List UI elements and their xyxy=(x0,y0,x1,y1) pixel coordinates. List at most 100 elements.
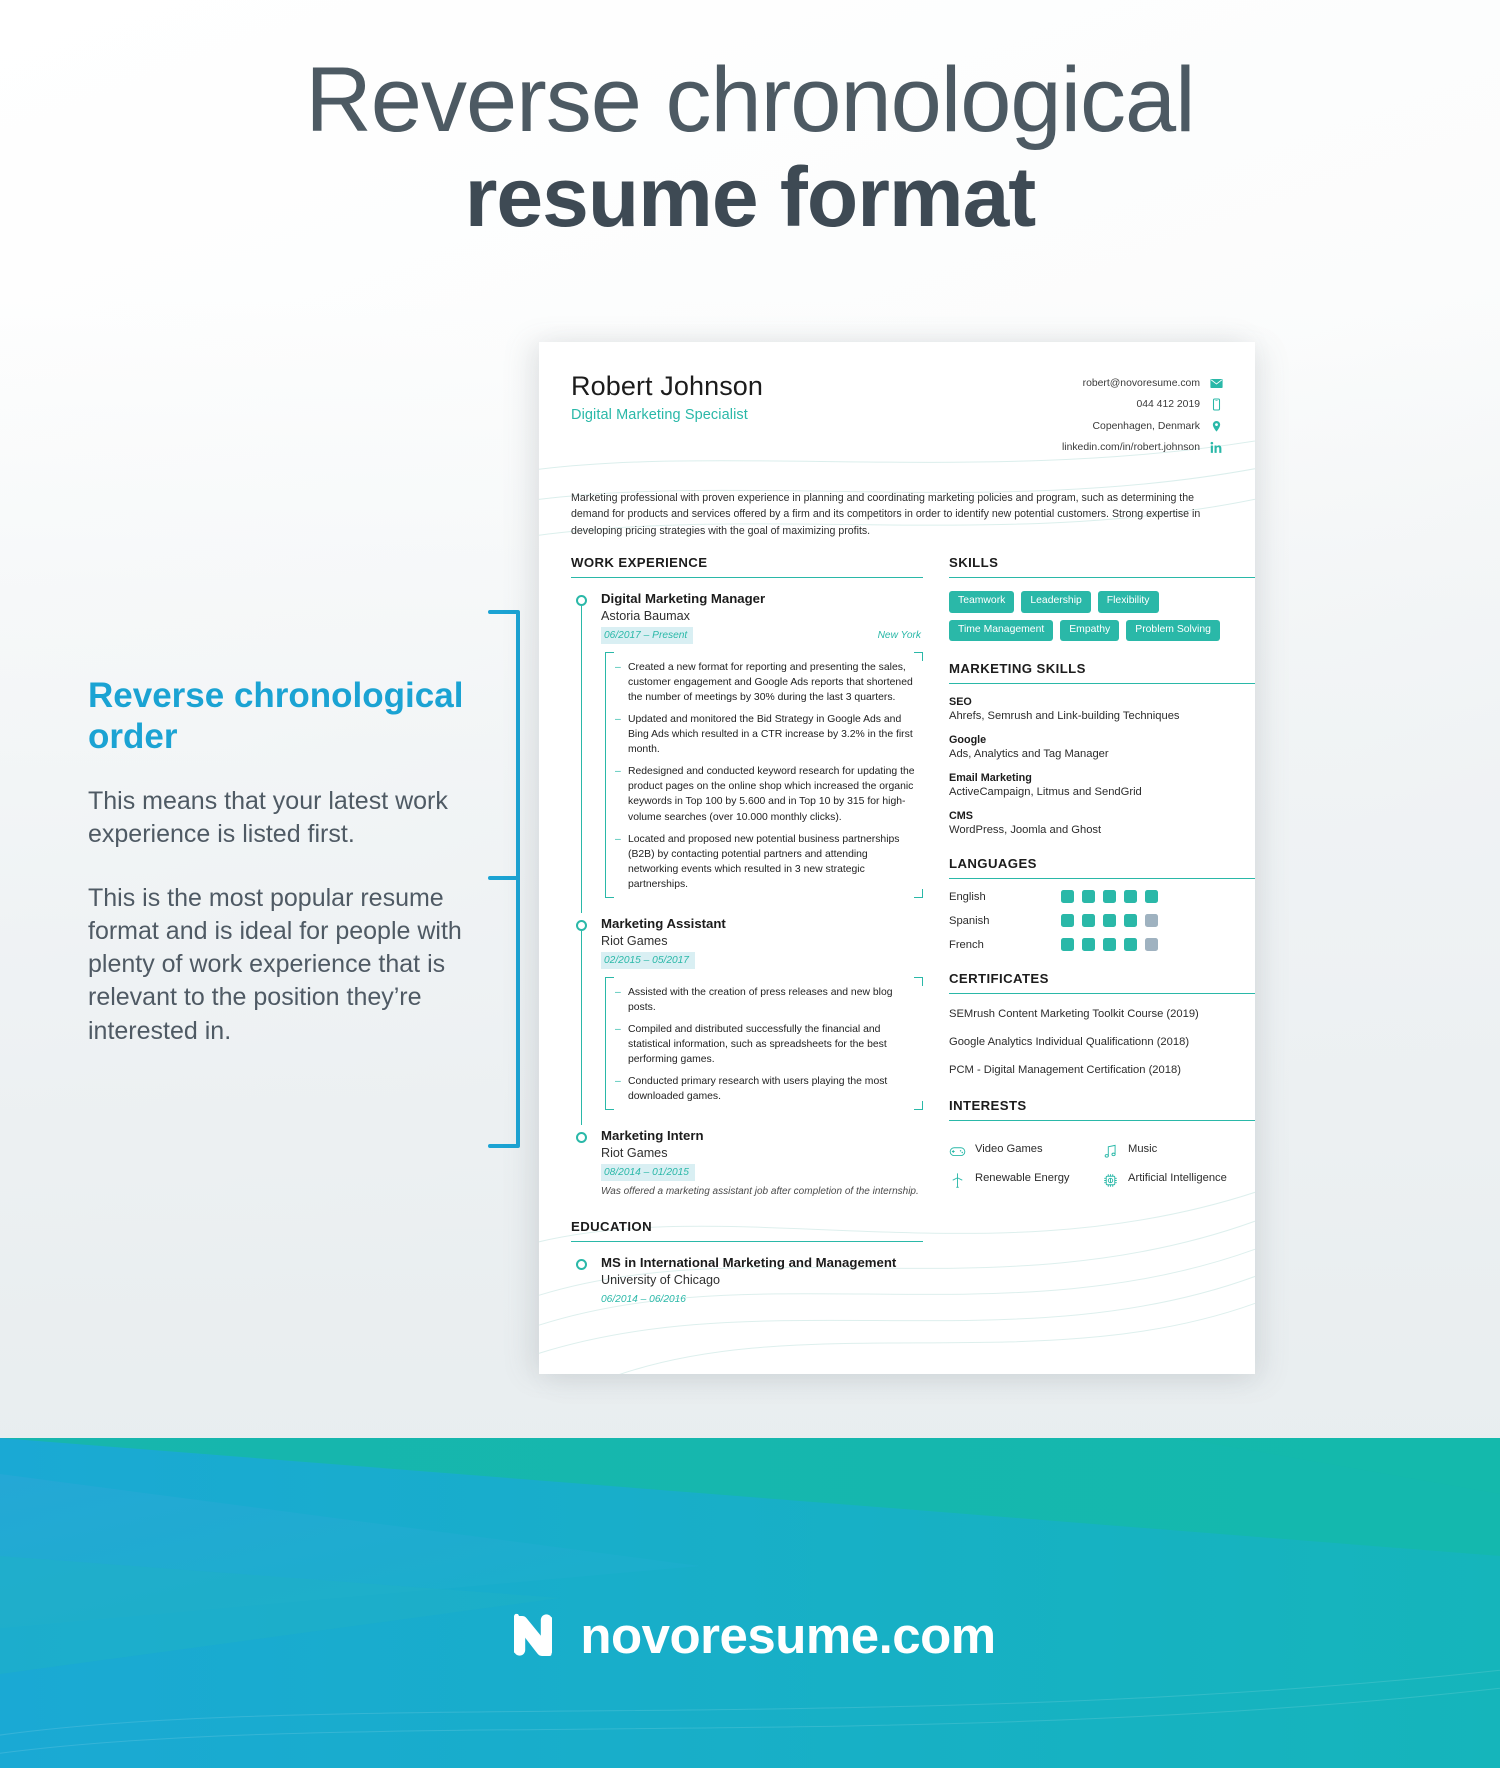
work-date-range: 08/2014 – 01/2015 xyxy=(601,1164,695,1181)
work-company: Riot Games xyxy=(601,934,668,948)
work-bullet: Assisted with the creation of press rele… xyxy=(615,985,917,1015)
work-role-title: Digital Marketing Manager xyxy=(601,591,766,607)
marketing-skills-section: MARKETING SKILLS SEO Ahrefs, Semrush and… xyxy=(949,661,1255,836)
skills-section: SKILLS Teamwork Leadership Flexibility T… xyxy=(949,555,1255,642)
marketing-skill-key: SEO xyxy=(949,696,972,709)
email-icon xyxy=(1209,376,1223,390)
work-bullet: Located and proposed new potential busin… xyxy=(615,832,917,892)
annotation-block: Reverse chronological order This means t… xyxy=(88,676,488,1078)
interest-item: Artificial Intelligence xyxy=(1102,1172,1255,1189)
interest-label: Video Games xyxy=(975,1143,1043,1156)
language-level-meter xyxy=(1061,914,1158,928)
brand-wordmark: novoresume.com xyxy=(580,1606,996,1664)
cpu-chip-icon xyxy=(1102,1172,1119,1189)
work-company: Astoria Baumax xyxy=(601,609,690,624)
section-heading-certificates: CERTIFICATES xyxy=(949,971,1255,995)
interest-item: Video Games xyxy=(949,1143,1102,1160)
section-heading-marketing-skills: MARKETING SKILLS xyxy=(949,661,1255,685)
language-level-meter xyxy=(1061,938,1158,952)
resume-summary: Marketing professional with proven exper… xyxy=(571,492,1201,537)
interest-label: Renewable Energy xyxy=(975,1172,1070,1185)
skill-pill: Teamwork xyxy=(949,591,1015,613)
work-bullets-box: Created a new format for reporting and p… xyxy=(605,651,923,898)
interest-label: Artificial Intelligence xyxy=(1128,1172,1227,1185)
section-heading-work-experience: WORK EXPERIENCE xyxy=(571,555,923,579)
interest-label: Music xyxy=(1128,1143,1158,1156)
timeline-dot-icon xyxy=(576,595,587,607)
work-entry: Marketing Assistant Riot Games 02/2015 –… xyxy=(571,915,923,1126)
corner-bracket xyxy=(605,888,614,898)
timeline-line xyxy=(581,930,583,1126)
novoresume-n-logo xyxy=(504,1606,562,1664)
marketing-skill-item: Google Ads, Analytics and Tag Manager xyxy=(949,734,1255,760)
skill-pill: Flexibility xyxy=(1097,591,1159,613)
resume-identity: Robert Johnson Digital Marketing Special… xyxy=(571,371,764,423)
work-note: Was offered a marketing assistant job af… xyxy=(601,1185,919,1197)
bullets-left-edge xyxy=(605,659,607,890)
candidate-job-title: Digital Marketing Specialist xyxy=(571,406,748,423)
interests-section: INTERESTS Video Games Music Renewable En… xyxy=(949,1098,1255,1189)
contact-email-text: robert@novoresume.com xyxy=(1082,377,1200,389)
timeline-dot-icon xyxy=(576,919,587,931)
annotation-paragraph-2: This is the most popular resume format a… xyxy=(88,883,462,1045)
skill-pill: Empathy xyxy=(1060,619,1120,642)
marketing-skill-item: Email Marketing ActiveCampaign, Litmus a… xyxy=(949,772,1255,798)
language-name: French xyxy=(949,938,984,951)
marketing-skill-value: Ahrefs, Semrush and Link-building Techni… xyxy=(949,710,1180,723)
language-name: English xyxy=(949,890,986,903)
work-date-range: 02/2015 – 05/2017 xyxy=(601,952,695,969)
interest-item: Music xyxy=(1102,1143,1255,1160)
languages-section: LANGUAGES English Spanish French xyxy=(949,856,1255,952)
corner-bracket xyxy=(605,976,614,986)
marketing-skill-value: ActiveCampaign, Litmus and SendGrid xyxy=(949,786,1142,799)
education-degree: MS in International Marketing and Manage… xyxy=(601,1255,897,1271)
certificate-item: PCM - Digital Management Certification (… xyxy=(949,1064,1181,1077)
contact-row-linkedin: linkedin.com/in/robert.johnson xyxy=(1062,441,1223,455)
timeline-dot-icon xyxy=(576,1259,587,1271)
marketing-skill-key: Email Marketing xyxy=(949,772,1032,785)
section-heading-skills: SKILLS xyxy=(949,555,1255,579)
location-pin-icon xyxy=(1209,419,1223,433)
language-level-meter xyxy=(1061,890,1158,904)
certificate-item: Google Analytics Individual Qualificatio… xyxy=(949,1036,1190,1049)
contact-row-email: robert@novoresume.com xyxy=(1062,376,1223,390)
work-role-title: Marketing Intern xyxy=(601,1128,704,1144)
work-bullet: Updated and monitored the Bid Strategy i… xyxy=(615,712,917,757)
music-note-icon xyxy=(1102,1143,1119,1160)
work-entry: Marketing Intern Riot Games 08/2014 – 01… xyxy=(571,1128,923,1199)
education-entry: MS in International Marketing and Manage… xyxy=(571,1255,923,1308)
contact-linkedin-text: linkedin.com/in/robert.johnson xyxy=(1061,442,1200,453)
marketing-skill-value: Ads, Analytics and Tag Manager xyxy=(949,748,1109,761)
contact-location-text: Copenhagen, Denmark xyxy=(1092,420,1200,432)
language-row: Spanish xyxy=(949,914,1255,928)
marketing-skill-key: CMS xyxy=(949,810,973,823)
work-bullet: Redesigned and conducted keyword researc… xyxy=(615,764,917,824)
work-location: New York xyxy=(877,630,921,642)
skill-pill: Leadership xyxy=(1021,591,1091,613)
marketing-skill-key: Google xyxy=(949,734,987,747)
work-date-range: 06/2017 – Present xyxy=(601,627,694,644)
section-heading-education: EDUCATION xyxy=(571,1219,923,1243)
headline-line-1: Reverse chronological xyxy=(305,49,1195,151)
work-bullet: Created a new format for reporting and p… xyxy=(615,660,917,705)
contact-row-phone: 044 412 2019 xyxy=(1062,398,1223,412)
footer-shapes xyxy=(0,1438,1500,1768)
bracket-connector-icon xyxy=(488,610,520,1148)
candidate-name: Robert Johnson xyxy=(571,371,764,401)
page-title: Reverse chronological resume format xyxy=(0,52,1500,245)
headline-line-2: resume format xyxy=(464,149,1037,244)
timeline-dot-icon xyxy=(576,1132,587,1144)
marketing-skill-item: SEO Ahrefs, Semrush and Link-building Te… xyxy=(949,696,1255,722)
work-role-title: Marketing Assistant xyxy=(601,915,726,931)
phone-icon xyxy=(1209,398,1223,412)
certificates-section: CERTIFICATES SEMrush Content Marketing T… xyxy=(949,971,1255,1078)
work-entry: Digital Marketing Manager Astoria Baumax… xyxy=(571,591,923,913)
corner-bracket xyxy=(605,1101,614,1111)
gamepad-icon xyxy=(949,1143,966,1160)
annotation-paragraph-1: This means that your latest work experie… xyxy=(88,787,448,849)
corner-bracket xyxy=(605,651,614,661)
skill-pill: Time Management xyxy=(949,619,1054,642)
work-bullet: Conducted primary research with users pl… xyxy=(615,1074,917,1104)
work-bullets-box: Assisted with the creation of press rele… xyxy=(605,976,923,1111)
contact-phone-text: 044 412 2019 xyxy=(1136,399,1200,410)
